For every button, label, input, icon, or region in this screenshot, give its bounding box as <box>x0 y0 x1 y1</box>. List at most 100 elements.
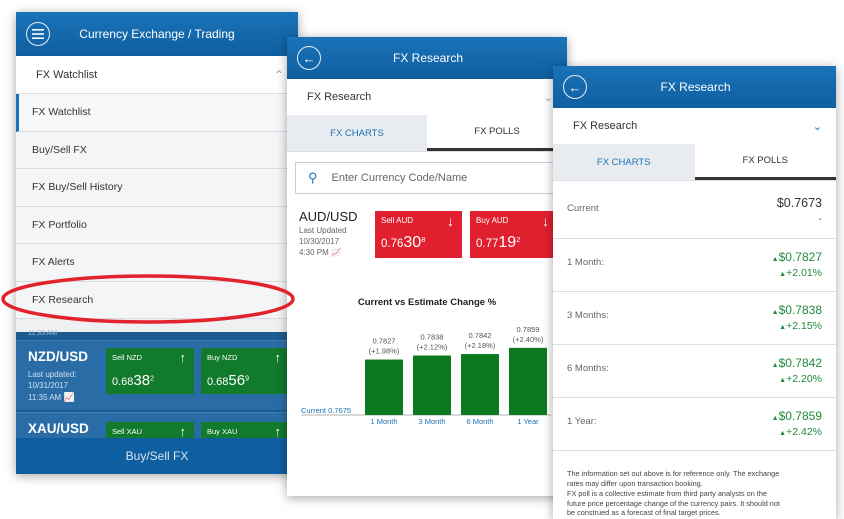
tab-bar: FX CHARTS FX POLLS <box>553 144 836 181</box>
bar <box>413 355 451 415</box>
chart-title: Current vs Estimate Change % <box>358 297 497 308</box>
updated-time: 4:30 PM <box>299 248 329 257</box>
buy-label: Buy XAU <box>207 427 238 436</box>
poll-value: ▲$0.7838 <box>771 303 822 317</box>
search-icon: ⚲ <box>308 170 318 185</box>
bar-value-label: 0.7859 <box>517 325 540 334</box>
buy-aud-button[interactable]: Buy AUD ↓ 0.77192 <box>470 211 557 258</box>
menu-item-fx-research[interactable]: FX Research <box>16 281 298 319</box>
watchlist-quotes: 11:35 AM NZD/USD Last updated: 10/31/201… <box>16 330 298 474</box>
note-line: FX poll is a collective estimate from th… <box>567 488 767 498</box>
watchlist-dropdown[interactable]: FX Watchlist ⌃ <box>16 56 298 94</box>
arrow-up-icon: ↑ <box>274 424 282 439</box>
menu-item-buy-sell-fx[interactable]: Buy/Sell FX <box>16 131 298 169</box>
menu-item-fx-portfolio[interactable]: FX Portfolio <box>16 206 298 244</box>
chevron-down-icon: ⌄ <box>543 91 553 104</box>
sell-price: 0.76308 <box>381 234 426 251</box>
arrow-down-icon: ↓ <box>542 213 549 229</box>
quote-row-nzd[interactable]: NZD/USD Last updated: 10/31/2017 11:35 A… <box>16 340 298 410</box>
note-line: be construed as a forecast of final targ… <box>567 508 721 518</box>
chart-icon[interactable]: 📈 <box>63 392 74 402</box>
estimate-change-chart: Current vs Estimate Change % Current 0.7… <box>301 297 551 426</box>
currency-search-input[interactable]: ⚲ Enter Currency Code/Name <box>295 162 559 194</box>
pair-name: NZD/USD <box>28 349 88 364</box>
sell-nzd-button[interactable]: Sell NZD ↑ 0.68382 <box>106 348 194 394</box>
buy-price: 0.77192 <box>476 234 521 251</box>
arrow-left-icon: ← <box>568 79 582 95</box>
app-title: Currency Exchange / Trading <box>79 27 235 41</box>
x-tick-label: 3 Month <box>418 417 445 426</box>
sell-label: Sell AUD <box>381 216 414 225</box>
dropdown-label: FX Watchlist <box>36 68 98 81</box>
buy-sell-fx-button[interactable]: Buy/Sell FX <box>16 438 298 474</box>
poll-change: ▲+2.42% <box>779 426 822 438</box>
buy-nzd-button[interactable]: Buy NZD ↑ 0.68569 <box>201 348 289 394</box>
app-header: Currency Exchange / Trading <box>16 12 298 56</box>
buy-price: 0.68569 <box>207 372 250 389</box>
arrow-up-icon: ↑ <box>179 350 187 365</box>
baseline-label: Current 0.7675 <box>301 406 351 415</box>
triangle-up-icon: ▲ <box>771 415 779 422</box>
buy-label: Buy AUD <box>476 216 509 225</box>
updated-date: 10/30/2017 <box>299 237 340 246</box>
nav-menu: FX Watchlist Buy/Sell FX FX Buy/Sell His… <box>16 94 298 319</box>
tab-fx-polls[interactable]: FX POLLS <box>694 144 836 180</box>
pair-name: AUD/USD <box>299 209 358 224</box>
bar <box>365 359 403 415</box>
updated-time-wrap: 4:30 PM 📈 <box>299 248 358 257</box>
research-dropdown[interactable]: FX Research ⌄ <box>287 79 567 115</box>
sell-label: Sell NZD <box>112 353 143 362</box>
note-line: rates may differ upon transaction bookin… <box>567 478 703 488</box>
sell-aud-button[interactable]: Sell AUD ↓ 0.76308 <box>375 211 462 258</box>
bar <box>461 354 499 415</box>
sell-price: 0.68382 <box>112 372 155 389</box>
arrow-down-icon: ↓ <box>447 213 454 229</box>
updated-label: Last Updated <box>299 226 347 235</box>
poll-value: ▲$0.7827 <box>771 250 822 264</box>
note-line: future price percentage change of the cu… <box>567 498 780 508</box>
fx-research-charts-screen: ← FX Research FX Research ⌄ FX CHARTS FX… <box>287 37 567 496</box>
menu-item-fx-watchlist[interactable]: FX Watchlist <box>16 94 298 132</box>
menu-item-fx-history[interactable]: FX Buy/Sell History <box>16 169 298 207</box>
back-button[interactable]: ← <box>297 46 321 70</box>
poll-label: 1 Month: <box>567 257 604 268</box>
dropdown-label: FX Research <box>307 91 372 103</box>
chevron-down-icon: ⌄ <box>812 120 822 133</box>
tab-bar: FX CHARTS FX POLLS <box>287 115 567 152</box>
tab-fx-polls[interactable]: FX POLLS <box>427 115 567 151</box>
bar-change-label: (+2.12%) <box>417 343 448 352</box>
poll-label: 3 Months: <box>567 310 609 321</box>
tab-fx-charts[interactable]: FX CHARTS <box>553 144 695 180</box>
poll-row-3-months: 3 Months: ▲$0.7838 ▲+2.15% <box>553 292 836 345</box>
disclaimer-note: The information set out above is for ref… <box>567 469 826 518</box>
arrow-up-icon: ↑ <box>179 424 187 439</box>
bar <box>509 347 547 415</box>
poll-change: ▲+2.20% <box>779 373 822 385</box>
poll-label: 1 Year: <box>567 416 597 427</box>
poll-value: ▲$0.7859 <box>771 409 822 423</box>
bar-change-label: (+2.40%) <box>513 335 544 344</box>
x-tick-label: 1 Month <box>370 417 397 426</box>
poll-value: $0.7673 <box>776 196 822 210</box>
menu-item-fx-alerts[interactable]: FX Alerts <box>16 244 298 282</box>
poll-row-6-months: 6 Months: ▲$0.7842 ▲+2.20% <box>553 345 836 398</box>
pair-name: XAU/USD <box>28 421 89 436</box>
sell-label: Sell XAU <box>112 427 143 436</box>
poll-label: 6 Months: <box>567 363 609 374</box>
hamburger-menu-button[interactable] <box>26 22 50 46</box>
updated-time: 11:35 AM <box>28 393 62 402</box>
tab-fx-charts[interactable]: FX CHARTS <box>287 115 427 151</box>
poll-label: Current <box>567 203 599 214</box>
bar-value-label: 0.7842 <box>469 331 492 340</box>
x-tick-label: 6 Month <box>466 417 493 426</box>
poll-row-current: Current $0.7673 - <box>553 185 836 239</box>
triangle-up-icon: ▲ <box>771 309 779 316</box>
bar-change-label: (+2.18%) <box>465 341 496 350</box>
triangle-up-icon: ▲ <box>771 362 779 369</box>
chart-icon[interactable]: 📈 <box>331 248 341 257</box>
app-header: ← FX Research <box>287 37 567 79</box>
poll-value: ▲$0.7842 <box>771 356 822 370</box>
research-dropdown[interactable]: FX Research ⌄ <box>553 108 836 144</box>
back-button[interactable]: ← <box>563 75 587 99</box>
poll-change: ▲+2.15% <box>779 320 822 332</box>
